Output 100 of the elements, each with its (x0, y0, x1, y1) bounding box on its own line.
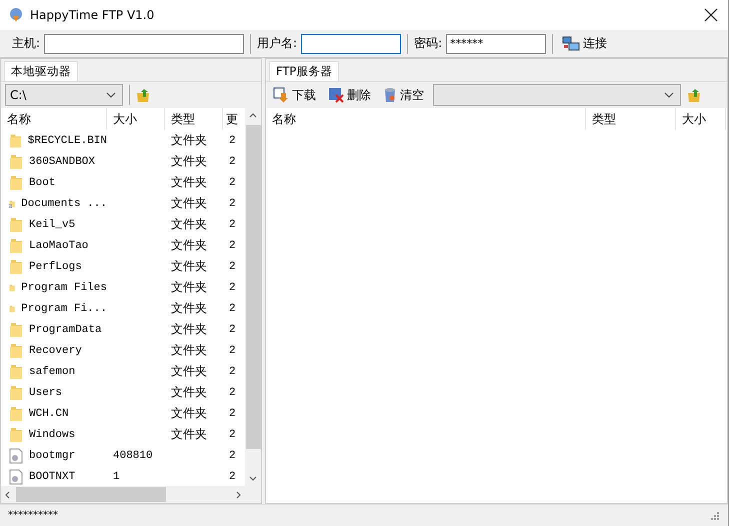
folder-icon (9, 258, 23, 274)
file-name: Boot (29, 176, 56, 188)
folder-icon (9, 216, 23, 232)
column-header[interactable]: 类型 (586, 108, 676, 130)
chevron-down-icon (106, 92, 116, 98)
scroll-left-icon[interactable] (5, 490, 10, 498)
file-type: 文件夹 (171, 217, 207, 231)
file-type: 文件夹 (171, 427, 207, 441)
delete-icon (328, 87, 344, 103)
bin-icon (383, 87, 397, 103)
file-name: Windows (29, 428, 76, 440)
username-label: 用户名: (257, 35, 298, 52)
file-date: 2 (228, 156, 237, 168)
host-label: 主机: (12, 35, 40, 52)
file-type: 文件夹 (171, 364, 207, 378)
file-name: Keil_v5 (29, 218, 76, 230)
file-date: 2 (228, 428, 237, 440)
file-type: 文件夹 (171, 343, 207, 357)
file-date: 2 (228, 324, 237, 336)
password-field[interactable]: ****** (446, 34, 546, 54)
folder-icon (9, 154, 23, 170)
file-type: 文件夹 (171, 196, 207, 210)
folder-icon (9, 132, 22, 148)
folder-icon (9, 406, 23, 422)
file-name: WCH.CN (29, 408, 69, 420)
file-date: 2 (228, 470, 237, 482)
file-type: 文件夹 (171, 259, 207, 273)
file-type: 文件夹 (171, 133, 207, 147)
file-name: ProgramData (29, 324, 102, 336)
username-field[interactable] (301, 34, 402, 54)
file-date: 2 (228, 282, 237, 294)
path-dropdown[interactable] (433, 84, 681, 106)
status-text: ********** (8, 510, 58, 521)
scroll-up-icon[interactable] (249, 113, 257, 118)
drive-dropdown[interactable]: C:\ (5, 84, 123, 106)
file-name: PerfLogs (29, 260, 82, 272)
file-type: 文件夹 (171, 175, 207, 189)
file-size: 408810 (113, 450, 153, 462)
scroll-down-icon[interactable] (249, 476, 257, 481)
file-name: Documents ... (21, 198, 107, 210)
password-label: 密码: (414, 35, 442, 52)
file-type: 文件夹 (171, 154, 207, 168)
file-name: safemon (29, 366, 76, 378)
file-name: Recovery (29, 344, 82, 356)
scroll-right-icon[interactable] (236, 490, 241, 498)
connect-button[interactable]: 连接 (559, 32, 610, 54)
file-date: 2 (228, 176, 237, 188)
host-field[interactable] (44, 34, 244, 54)
folder-icon (9, 384, 23, 400)
column-header[interactable]: 名称 (1, 108, 107, 130)
column-header[interactable]: 大小 (676, 108, 726, 130)
file-date: 2 (228, 366, 237, 378)
app-icon (8, 7, 24, 23)
download-icon (273, 87, 289, 103)
ftp-server-tab[interactable]: FTP服务器 (269, 61, 340, 81)
file-date: 2 (228, 450, 237, 462)
folder-icon (9, 322, 23, 338)
file-type: 文件夹 (171, 238, 207, 252)
column-header[interactable]: 大小 (107, 108, 165, 130)
folder-up-icon[interactable] (136, 87, 152, 103)
download-button[interactable]: 下载 (270, 84, 319, 106)
computers-icon (562, 36, 580, 52)
file-date: 2 (228, 198, 237, 210)
system-file-icon (9, 448, 23, 464)
file-type: 文件夹 (171, 280, 207, 294)
folder-icon (9, 238, 23, 254)
file-name: $RECYCLE.BIN (28, 134, 107, 146)
folder-icon (9, 342, 23, 358)
file-date: 2 (228, 344, 237, 356)
file-date: 2 (228, 134, 237, 146)
file-name: Users (29, 386, 62, 398)
file-name: 360SANDBOX (29, 156, 96, 168)
file-name: bootmgr (29, 450, 76, 462)
clear-button[interactable]: 清空 (380, 84, 427, 106)
column-header[interactable]: 名称 (266, 108, 586, 130)
folder-icon (9, 364, 23, 380)
file-date: 2 (228, 240, 237, 252)
file-type: 文件夹 (171, 301, 207, 315)
chevron-down-icon (664, 92, 674, 98)
file-date: 2 (228, 386, 237, 398)
file-name: LaoMaoTao (29, 240, 88, 252)
close-icon[interactable] (704, 8, 718, 22)
file-date: 2 (228, 260, 237, 272)
file-date: 2 (228, 408, 237, 420)
file-size: 1 (113, 470, 120, 482)
column-header[interactable]: 类型 (165, 108, 223, 130)
column-header[interactable]: 更 (223, 108, 243, 130)
resize-grip-icon[interactable] (710, 510, 720, 520)
folder-icon (9, 426, 23, 442)
folder-icon (9, 174, 23, 190)
local-drives-tab[interactable]: 本地驱动器 (4, 61, 78, 81)
file-name: Program Files (21, 282, 107, 294)
file-type: 文件夹 (171, 385, 207, 399)
file-type: 文件夹 (171, 406, 207, 420)
folder-up-icon[interactable] (687, 87, 703, 103)
delete-button[interactable]: 删除 (325, 84, 374, 106)
file-name: BOOTNXT (29, 470, 76, 482)
file-date: 2 (228, 218, 237, 230)
file-date: 2 (228, 302, 237, 314)
file-name: Program Fi... (21, 302, 107, 314)
